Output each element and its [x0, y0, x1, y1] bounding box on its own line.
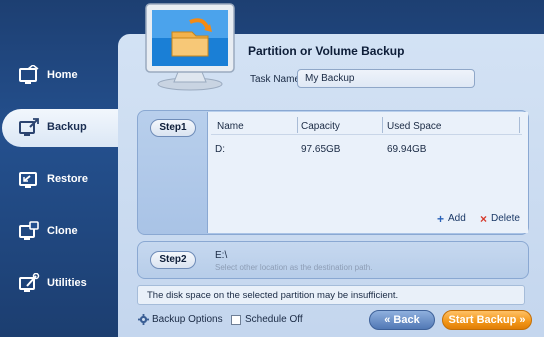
start-backup-button[interactable]: Start Backup »: [442, 310, 532, 330]
clone-icon: [19, 221, 39, 240]
delete-button[interactable]: × Delete: [480, 211, 520, 226]
delete-x-icon: ×: [480, 211, 488, 226]
plus-icon: +: [437, 211, 445, 226]
task-name-input[interactable]: [297, 69, 475, 88]
sidebar-item-label: Restore: [47, 173, 88, 185]
table-cell-used-space[interactable]: 69.94GB: [387, 144, 426, 155]
column-header-used-space[interactable]: Used Space: [387, 121, 441, 132]
sidebar-item-label: Home: [47, 69, 78, 81]
column-divider: [382, 117, 383, 133]
column-divider: [519, 117, 520, 133]
sidebar-item-label: Backup: [47, 121, 87, 133]
back-button[interactable]: « Back: [369, 310, 435, 330]
table-cell-name[interactable]: D:: [215, 144, 225, 155]
backup-icon: [19, 118, 39, 136]
add-button[interactable]: + Add: [437, 211, 466, 226]
header-divider: [211, 134, 522, 135]
table-cell-capacity[interactable]: 97.65GB: [301, 144, 340, 155]
sidebar-item-utilities[interactable]: Utilities: [0, 266, 118, 302]
restore-icon: [19, 172, 37, 188]
schedule-checkbox[interactable]: Schedule Off: [231, 314, 303, 325]
add-label: Add: [448, 213, 466, 224]
page-title: Partition or Volume Backup: [248, 44, 405, 58]
sidebar-item-restore[interactable]: Restore: [0, 162, 118, 198]
column-header-name[interactable]: Name: [217, 121, 244, 132]
column-divider: [297, 117, 298, 133]
sidebar: Home Backup Restore Clone Utilities: [0, 0, 122, 337]
column-header-capacity[interactable]: Capacity: [301, 121, 340, 132]
sidebar-item-backup[interactable]: Backup: [2, 109, 122, 147]
checkbox-box[interactable]: [231, 314, 241, 325]
step2-badge: Step2: [150, 251, 196, 269]
sidebar-item-label: Utilities: [47, 277, 87, 289]
sidebar-item-home[interactable]: Home: [0, 58, 118, 94]
backup-options-link[interactable]: Backup Options: [138, 314, 223, 325]
gear-icon: [138, 314, 149, 325]
utilities-icon: [19, 273, 40, 292]
delete-label: Delete: [491, 213, 520, 224]
home-icon: [19, 65, 39, 84]
sidebar-item-clone[interactable]: Clone: [0, 214, 118, 250]
task-name-label: Task Name: [250, 74, 301, 85]
backup-monitor-icon: [145, 3, 235, 91]
backup-options-label: Backup Options: [152, 314, 223, 325]
schedule-label: Schedule Off: [245, 314, 303, 325]
step1-badge: Step1: [150, 119, 196, 137]
sidebar-item-label: Clone: [47, 225, 78, 237]
destination-path[interactable]: E:\: [215, 250, 227, 261]
destination-hint: Select other location as the destination…: [215, 263, 373, 272]
warning-message: The disk space on the selected partition…: [137, 285, 525, 305]
